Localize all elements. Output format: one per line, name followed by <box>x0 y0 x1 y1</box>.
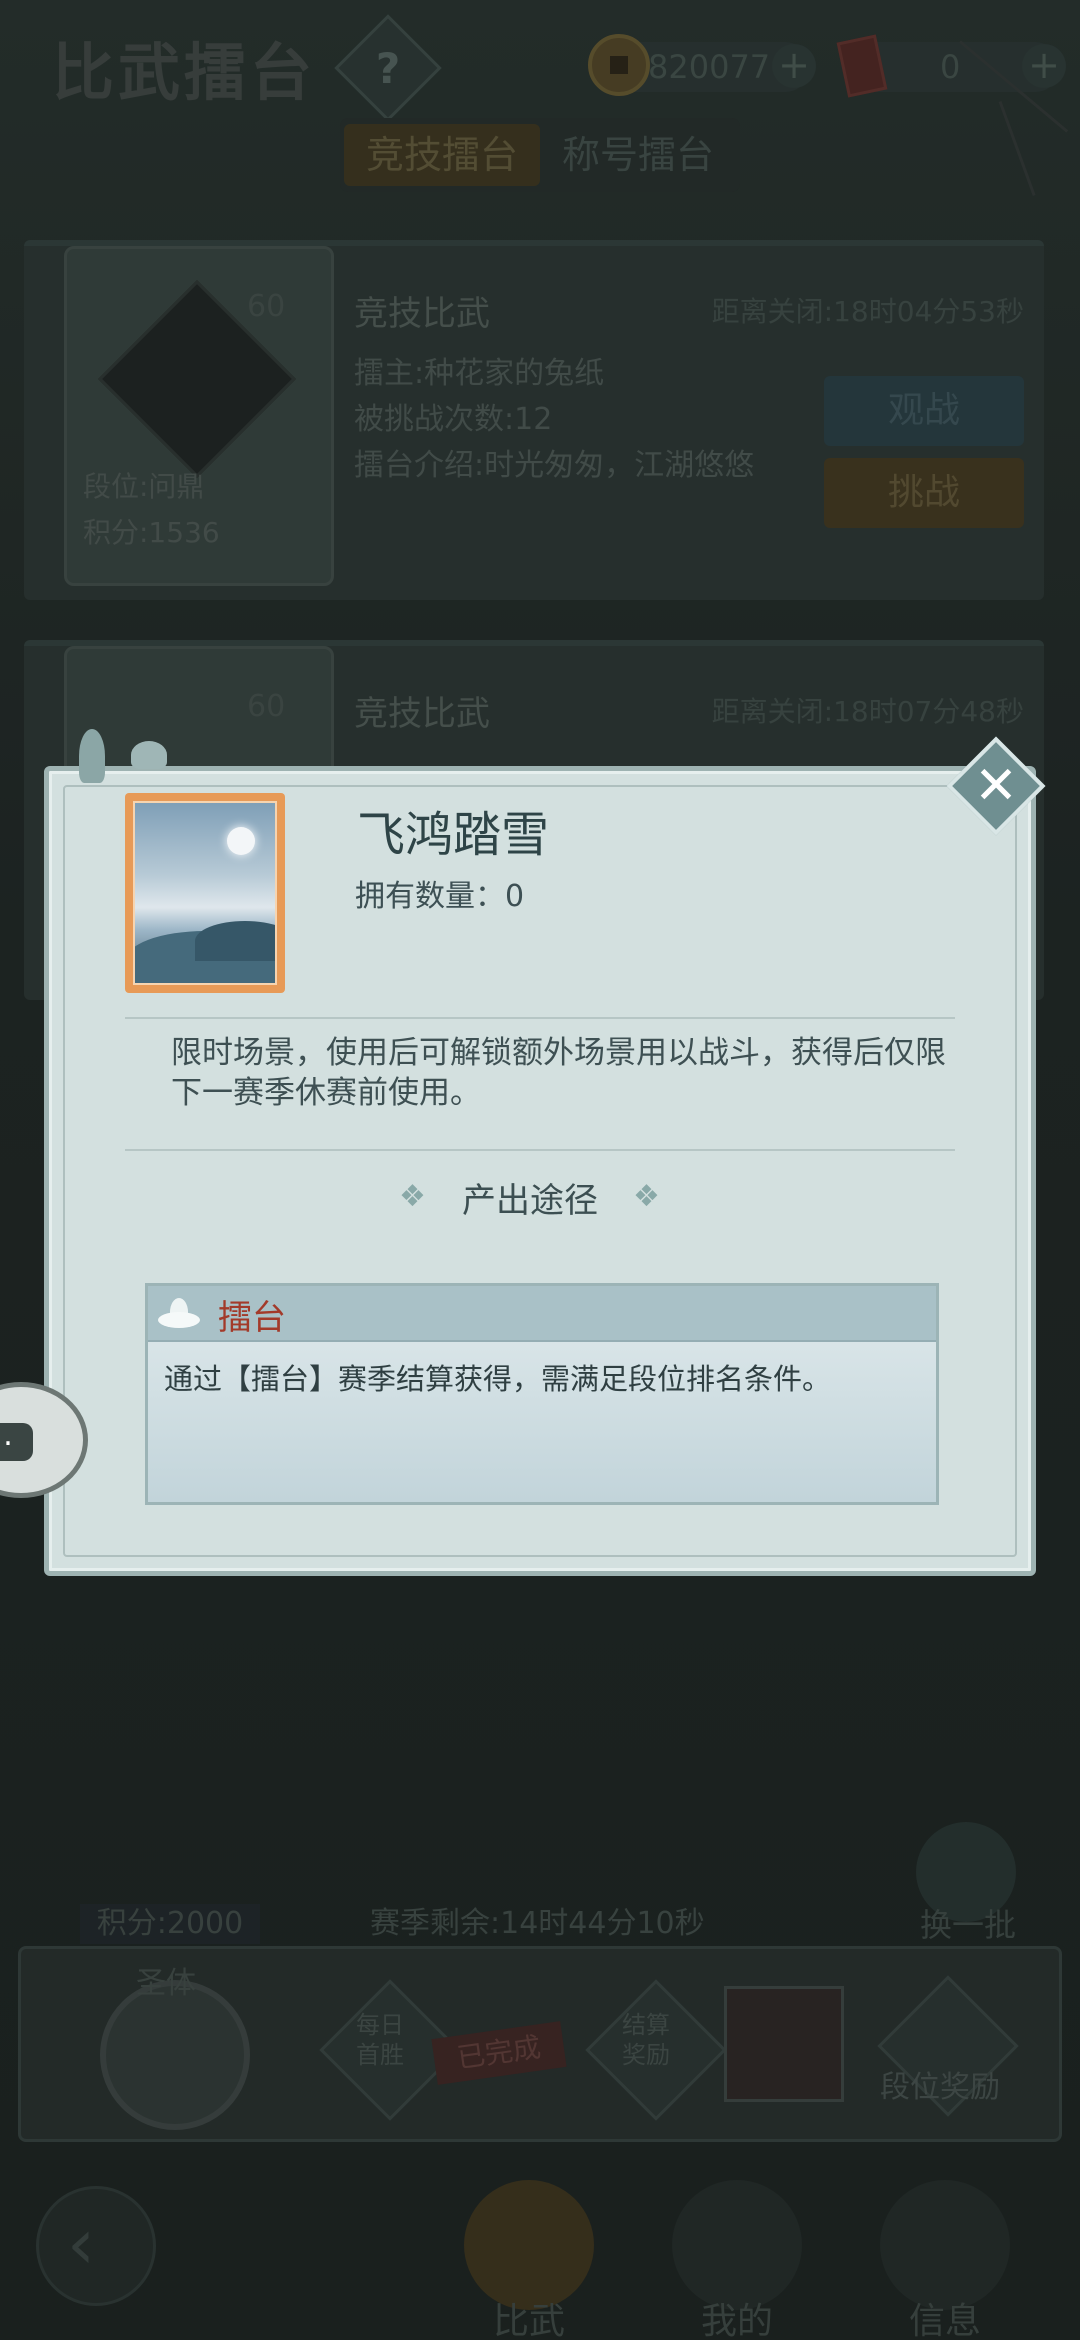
snow-moon-scene-icon <box>133 801 277 985</box>
source-entry[interactable]: 擂台 通过【擂台】赛季结算获得，需满足段位排名条件。 <box>145 1283 939 1505</box>
item-icon-frame <box>125 793 285 993</box>
close-icon: ✕ <box>974 756 1018 816</box>
item-detail-dialog: ✕ 飞鸿踏雪 拥有数量：0 限时场景，使用后可解锁额外场景用以战斗，获得后仅限下… <box>44 729 1046 1576</box>
flower-right-icon: ❖ <box>633 1179 660 1214</box>
moon-shape <box>227 827 255 855</box>
item-description: 限时场景，使用后可解锁额外场景用以战斗，获得后仅限下一赛季休赛前使用。 <box>171 1035 946 1111</box>
item-name: 飞鸿踏雪 <box>357 807 550 863</box>
chat-icon: … <box>0 1421 33 1461</box>
bird-decor-icon <box>131 741 167 769</box>
source-section-title: 产出途径 <box>462 1181 598 1221</box>
close-button[interactable]: ✕ <box>946 736 1046 836</box>
lotus-icon <box>158 1294 200 1332</box>
game-screen: 比武擂台 ? 820077 + 0 + 竞技擂台 称号擂台 60 段位:问鼎 积… <box>0 0 1080 2340</box>
divider <box>125 1149 955 1151</box>
source-entry-header: 擂台 <box>148 1286 936 1342</box>
divider <box>125 1017 955 1019</box>
bird-decor-icon <box>79 729 105 783</box>
owned-count: 拥有数量：0 <box>355 879 525 914</box>
source-description: 通过【擂台】赛季结算获得，需满足段位排名条件。 <box>164 1362 832 1396</box>
hill-shape <box>195 921 275 961</box>
source-name: 擂台 <box>218 1298 286 1338</box>
